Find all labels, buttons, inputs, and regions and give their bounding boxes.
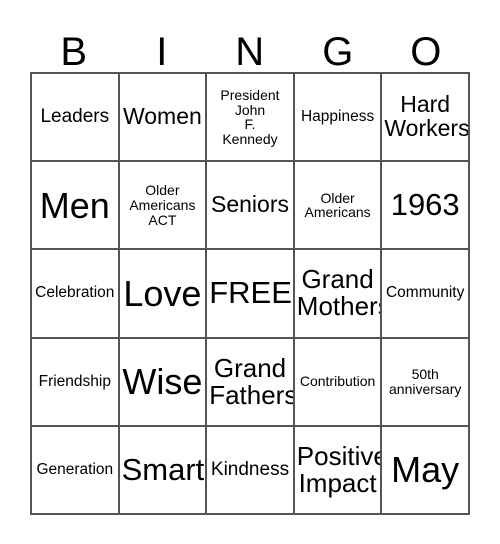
bingo-cell-label: FREE! [209, 275, 295, 311]
bingo-cell-r1c4[interactable]: Happiness [294, 74, 383, 163]
bingo-cell-label: Grand Mothers [296, 264, 383, 322]
bingo-cell-label: May [391, 449, 460, 491]
bingo-cell-label: 50th anniversary [389, 366, 462, 397]
bingo-cell-label: Positive Impact [296, 440, 383, 498]
bingo-cell-r1c5[interactable]: Hard Workers [382, 74, 470, 163]
bingo-cell-label: Leaders [40, 106, 110, 128]
bingo-cell-label: Contribution [299, 373, 376, 390]
bingo-cell-label: Men [39, 184, 110, 226]
bingo-cell-label: Older Americans ACT [129, 182, 196, 228]
bingo-cell-r4c5[interactable]: 50th anniversary [382, 338, 470, 427]
bingo-cell-r3c5[interactable]: Community [382, 250, 470, 339]
bingo-cell-label: Smart [121, 451, 205, 487]
bingo-header-letter-b: B [60, 30, 88, 74]
bingo-cell-label: Community [385, 284, 465, 302]
bingo-cell-label: Love [123, 272, 202, 314]
bingo-cell-free-space[interactable]: FREE! [207, 250, 295, 339]
bingo-cell-label: Celebration [35, 284, 115, 302]
bingo-header: B I N G O [30, 18, 470, 72]
bingo-cell-label: Happiness [300, 108, 375, 126]
bingo-cell-r5c3[interactable]: Kindness [207, 426, 295, 515]
bingo-cell-label: Friendship [38, 372, 111, 390]
bingo-cell-label: Kindness [210, 459, 290, 481]
bingo-grid: Leaders Women President John F. Kennedy … [30, 72, 470, 515]
bingo-cell-r5c5[interactable]: May [382, 426, 470, 515]
bingo-cell-r2c4[interactable]: Older Americans [294, 162, 383, 251]
bingo-cell-r3c2[interactable]: Love [119, 250, 208, 339]
bingo-header-letter-o: O [410, 30, 442, 74]
bingo-cell-r2c1[interactable]: Men [32, 162, 120, 251]
bingo-cell-r4c4[interactable]: Contribution [294, 338, 383, 427]
bingo-cell-label: 1963 [390, 187, 460, 223]
bingo-card: B I N G O Leaders Women President John F… [0, 0, 500, 544]
bingo-cell-r2c3[interactable]: Seniors [207, 162, 295, 251]
bingo-cell-label: President John F. Kennedy [220, 87, 280, 147]
bingo-cell-r1c1[interactable]: Leaders [32, 74, 120, 163]
bingo-cell-label: Generation [36, 460, 114, 478]
bingo-cell-label: Women [122, 103, 202, 130]
bingo-cell-r2c2[interactable]: Older Americans ACT [119, 162, 208, 251]
bingo-header-letter-n: N [235, 30, 265, 74]
bingo-cell-r4c3[interactable]: Grand Fathers [207, 338, 295, 427]
bingo-cell-label: Grand Fathers [209, 352, 295, 410]
bingo-cell-r4c1[interactable]: Friendship [32, 338, 120, 427]
bingo-cell-r2c5[interactable]: 1963 [382, 162, 470, 251]
bingo-cell-label: Wise [122, 360, 203, 402]
bingo-cell-label: Hard Workers [384, 91, 470, 142]
bingo-cell-r1c2[interactable]: Women [119, 74, 208, 163]
bingo-cell-r5c4[interactable]: Positive Impact [294, 426, 383, 515]
bingo-cell-r3c4[interactable]: Grand Mothers [294, 250, 383, 339]
bingo-cell-label: Seniors [211, 191, 289, 218]
bingo-header-letter-i: I [156, 30, 168, 74]
bingo-cell-r3c1[interactable]: Celebration [32, 250, 120, 339]
bingo-cell-r1c3[interactable]: President John F. Kennedy [207, 74, 295, 163]
bingo-cell-r5c2[interactable]: Smart [119, 426, 208, 515]
bingo-cell-r5c1[interactable]: Generation [32, 426, 120, 515]
bingo-header-letter-g: G [322, 30, 354, 74]
bingo-cell-label: Older Americans [304, 189, 371, 221]
bingo-cell-r4c2[interactable]: Wise [119, 338, 208, 427]
